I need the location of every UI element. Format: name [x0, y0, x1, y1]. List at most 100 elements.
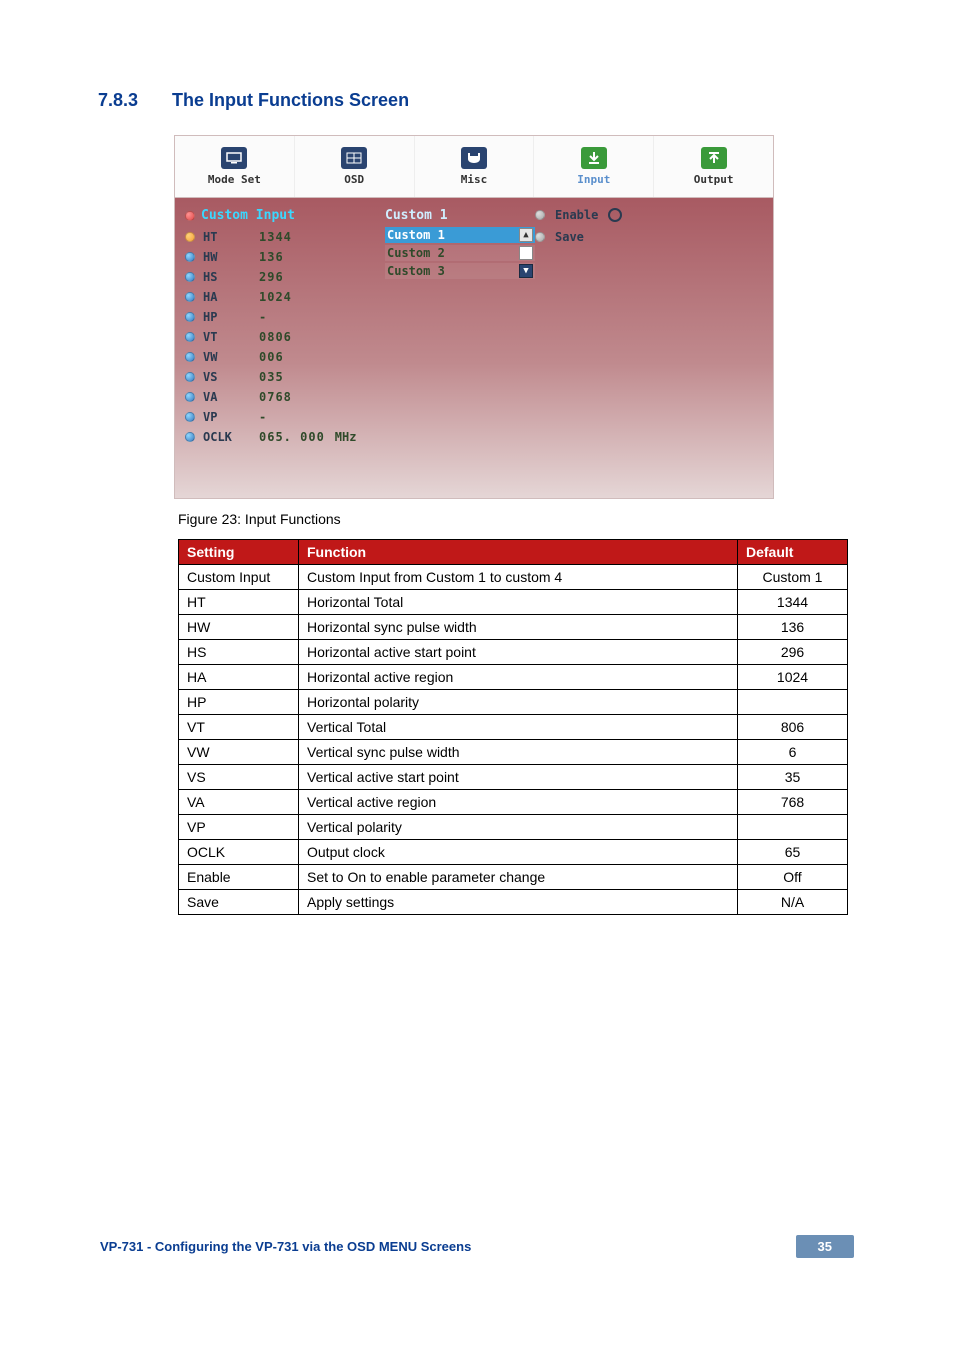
table-row: HPHorizontal polarity — [179, 690, 848, 715]
cell-setting: VA — [179, 790, 299, 815]
cell-default: 6 — [738, 740, 848, 765]
param-vs[interactable]: VS035 — [185, 367, 385, 387]
cell-setting: VW — [179, 740, 299, 765]
cell-function: Horizontal active region — [299, 665, 738, 690]
custom-value-label: Custom 1 — [385, 208, 448, 223]
cell-default: 35 — [738, 765, 848, 790]
cell-setting: Custom Input — [179, 565, 299, 590]
cell-default: 1024 — [738, 665, 848, 690]
cell-setting: HP — [179, 690, 299, 715]
param-label: HT — [203, 230, 251, 244]
enable-column: Enable Save — [535, 204, 763, 488]
cell-default — [738, 690, 848, 715]
arrow-up-icon[interactable]: ▲ — [519, 228, 533, 242]
download-icon — [581, 147, 607, 169]
table-row: HTHorizontal Total1344 — [179, 590, 848, 615]
cell-default: Off — [738, 865, 848, 890]
arrow-down-icon[interactable]: ▼ — [519, 264, 533, 278]
bullet-icon — [185, 232, 195, 242]
param-unit: MHz — [335, 430, 357, 444]
param-vt[interactable]: VT0806 — [185, 327, 385, 347]
param-hs[interactable]: HS296 — [185, 267, 385, 287]
param-ha[interactable]: HA 1024 — [185, 287, 385, 307]
bullet-icon — [185, 252, 195, 262]
cell-default: N/A — [738, 890, 848, 915]
save-row[interactable]: Save — [535, 226, 763, 248]
param-label: OCLK — [203, 430, 251, 444]
table-row: HSHorizontal active start point296 — [179, 640, 848, 665]
custom-input-label: Custom Input — [201, 208, 295, 223]
param-hp[interactable]: HP- — [185, 307, 385, 327]
tab-input[interactable]: Input — [534, 136, 654, 197]
cell-function: Vertical active start point — [299, 765, 738, 790]
custom-option-label: Custom 3 — [387, 264, 445, 278]
param-value: 296 — [259, 270, 284, 284]
header-setting: Setting — [179, 540, 299, 565]
custom-input-header[interactable]: Custom Input — [185, 204, 385, 227]
bullet-icon — [185, 352, 195, 362]
tab-label: Mode Set — [208, 173, 261, 186]
param-vp[interactable]: VP- — [185, 407, 385, 427]
osd-tabs: Mode Set OSD Misc — [175, 136, 773, 198]
param-vw[interactable]: VW006 — [185, 347, 385, 367]
table-header-row: Setting Function Default — [179, 540, 848, 565]
enable-indicator-icon — [608, 208, 622, 222]
param-value: 136 — [259, 250, 284, 264]
custom-option-1[interactable]: Custom 1 ▲ — [385, 227, 535, 243]
param-label: VW — [203, 350, 251, 364]
table-row: Custom InputCustom Input from Custom 1 t… — [179, 565, 848, 590]
bullet-icon — [185, 332, 195, 342]
bullet-icon — [185, 211, 195, 221]
param-va[interactable]: VA0768 — [185, 387, 385, 407]
header-function: Function — [299, 540, 738, 565]
cell-default: 136 — [738, 615, 848, 640]
upload-icon — [701, 147, 727, 169]
enable-label: Enable — [555, 208, 598, 222]
param-value: 035 — [259, 370, 284, 384]
param-value: - — [259, 310, 267, 324]
param-label: HA — [203, 290, 251, 304]
cell-setting: OCLK — [179, 840, 299, 865]
custom-option-2[interactable]: Custom 2 — [385, 245, 535, 261]
settings-table: Setting Function Default Custom InputCus… — [178, 539, 848, 915]
table-row: VTVertical Total806 — [179, 715, 848, 740]
tab-output[interactable]: Output — [654, 136, 773, 197]
cell-function: Horizontal polarity — [299, 690, 738, 715]
cell-function: Set to On to enable parameter change — [299, 865, 738, 890]
cell-default: Custom 1 — [738, 565, 848, 590]
param-label: HW — [203, 250, 251, 264]
custom-option-label: Custom 2 — [387, 246, 445, 260]
bullet-icon — [185, 432, 195, 442]
tab-label: Input — [577, 173, 610, 186]
page-footer: VP-731 - Configuring the VP-731 via the … — [0, 1235, 954, 1288]
tab-misc[interactable]: Misc — [415, 136, 535, 197]
param-oclk[interactable]: OCLK 065. 000 MHz — [185, 427, 385, 447]
param-value: 1024 — [259, 290, 292, 304]
custom-value-header: Custom 1 — [385, 204, 535, 227]
bullet-icon — [185, 292, 195, 302]
param-label: HP — [203, 310, 251, 324]
params-column: Custom Input HT1344 HW 136 HS296 HA 1024 H… — [185, 204, 385, 488]
cell-setting: VP — [179, 815, 299, 840]
custom-option-3[interactable]: Custom 3 ▼ — [385, 263, 535, 279]
tab-mode-set[interactable]: Mode Set — [175, 136, 295, 197]
header-default: Default — [738, 540, 848, 565]
custom-list-column: Custom 1 Custom 1 ▲ Custom 2 Custom 3 — [385, 204, 535, 488]
cell-setting: HW — [179, 615, 299, 640]
custom-option-label: Custom 1 — [387, 228, 445, 242]
tab-osd[interactable]: OSD — [295, 136, 415, 197]
section-title: The Input Functions Screen — [172, 90, 409, 111]
table-row: EnableSet to On to enable parameter chan… — [179, 865, 848, 890]
param-label: VA — [203, 390, 251, 404]
cell-function: Vertical Total — [299, 715, 738, 740]
table-row: HWHorizontal sync pulse width136 — [179, 615, 848, 640]
cell-setting: Enable — [179, 865, 299, 890]
param-ht[interactable]: HT1344 — [185, 227, 385, 247]
cell-default: 768 — [738, 790, 848, 815]
param-label: VP — [203, 410, 251, 424]
param-value: 065. 000 — [259, 430, 325, 444]
enable-row[interactable]: Enable — [535, 204, 763, 226]
bullet-icon — [535, 210, 545, 220]
cell-setting: HS — [179, 640, 299, 665]
param-hw[interactable]: HW 136 — [185, 247, 385, 267]
